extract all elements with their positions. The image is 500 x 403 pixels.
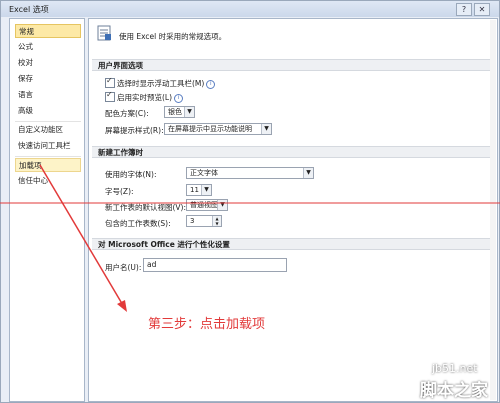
close-button[interactable]: ✕ xyxy=(474,3,490,16)
sidebar: 常规 公式 校对 保存 语言 高级 自定义功能区 快速访问工具栏 加载项 信任中… xyxy=(9,18,85,402)
color-scheme-label: 配色方案(C): xyxy=(105,109,149,118)
sheet-count-value: 3 xyxy=(190,217,195,225)
font-size-value: 11 xyxy=(190,186,199,194)
mini-toolbar-checkbox[interactable] xyxy=(105,76,115,88)
chevron-down-icon: ▼ xyxy=(261,124,271,134)
tooltip-style-label: 屏幕提示样式(R): xyxy=(105,126,164,135)
section-new-workbook: 新建工作簿时 xyxy=(92,146,494,158)
sidebar-item-quick-access-toolbar[interactable]: 快速访问工具栏 xyxy=(15,139,81,153)
default-view-select[interactable]: 普通视图 ▼ xyxy=(186,199,228,211)
chevron-down-icon: ▼ xyxy=(217,200,227,210)
font-select[interactable]: 正文字体 ▼ xyxy=(186,167,314,179)
tooltip-style-select[interactable]: 在屏幕提示中显示功能说明 ▼ xyxy=(164,123,272,135)
font-size-label: 字号(Z): xyxy=(105,187,134,196)
sidebar-item-customize-ribbon[interactable]: 自定义功能区 xyxy=(15,123,81,137)
sheet-count-label: 包含的工作表数(S): xyxy=(105,219,171,228)
section-user-interface: 用户界面选项 xyxy=(92,59,494,71)
sidebar-divider xyxy=(15,156,81,157)
options-icon xyxy=(97,25,111,41)
info-icon: i xyxy=(206,79,216,89)
spin-down-icon[interactable]: ▼ xyxy=(212,221,221,226)
sidebar-item-proofing[interactable]: 校对 xyxy=(15,56,81,70)
username-input[interactable]: ad xyxy=(143,258,287,272)
sidebar-item-trust-center[interactable]: 信任中心 xyxy=(15,174,81,188)
live-preview-option: 启用实时预览(L) i xyxy=(117,92,184,103)
chevron-down-icon: ▼ xyxy=(184,107,194,117)
watermark-site-name: 脚本之家 xyxy=(420,381,488,401)
color-scheme-select[interactable]: 银色 ▼ xyxy=(164,106,195,118)
sidebar-divider xyxy=(15,121,81,122)
chevron-down-icon: ▼ xyxy=(201,185,211,195)
chevron-down-icon: ▼ xyxy=(303,168,313,178)
mini-toolbar-option: 选择时显示浮动工具栏(M) i xyxy=(117,78,216,89)
general-options-panel: 使用 Excel 时采用的常规选项。 用户界面选项 选择时显示浮动工具栏(M)i… xyxy=(88,18,498,402)
watermark-url: jb51.net xyxy=(432,362,478,375)
sidebar-item-save[interactable]: 保存 xyxy=(15,72,81,86)
help-button[interactable]: ? xyxy=(456,3,472,16)
default-view-label: 新工作表的默认视图(V): xyxy=(105,203,187,212)
sidebar-item-language[interactable]: 语言 xyxy=(15,88,81,102)
sidebar-item-formulas[interactable]: 公式 xyxy=(15,40,81,54)
default-view-value: 普通视图 xyxy=(190,201,218,209)
panel-description: 使用 Excel 时采用的常规选项。 xyxy=(119,32,227,41)
title-bar: Excel 选项 ? ✕ xyxy=(1,1,499,17)
info-icon: i xyxy=(174,93,184,103)
sidebar-item-general[interactable]: 常规 xyxy=(15,24,81,38)
username-value: ad xyxy=(147,260,157,269)
tooltip-style-value: 在屏幕提示中显示功能说明 xyxy=(168,125,252,133)
window-title: Excel 选项 xyxy=(9,5,49,14)
font-size-select[interactable]: 11 ▼ xyxy=(186,184,212,196)
live-preview-label: 启用实时预览(L) xyxy=(117,93,173,102)
excel-options-window: Excel 选项 ? ✕ 常规 公式 校对 保存 语言 高级 自定义功能区 快速… xyxy=(0,0,500,403)
live-preview-checkbox[interactable] xyxy=(105,90,115,102)
username-label: 用户名(U): xyxy=(105,263,142,272)
sidebar-item-advanced[interactable]: 高级 xyxy=(15,104,81,118)
section-personalize: 对 Microsoft Office 进行个性化设置 xyxy=(92,238,494,250)
mini-toolbar-label: 选择时显示浮动工具栏(M) xyxy=(117,79,205,88)
font-label: 使用的字体(N): xyxy=(105,170,157,179)
sheet-count-spinner[interactable]: 3 ▲ ▼ xyxy=(186,215,222,227)
color-scheme-value: 银色 xyxy=(168,108,182,116)
step-annotation: 第三步：点击加载项 xyxy=(148,317,266,332)
font-value: 正文字体 xyxy=(190,169,218,177)
scrollbar[interactable] xyxy=(490,20,496,400)
sidebar-item-add-ins[interactable]: 加载项 xyxy=(15,158,81,172)
